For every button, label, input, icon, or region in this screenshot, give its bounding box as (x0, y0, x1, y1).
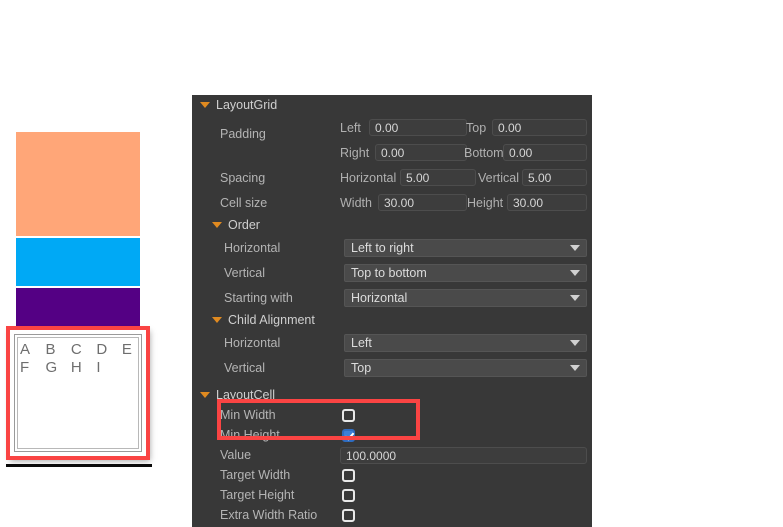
letter-cell: D (96, 341, 117, 359)
letter-cell: B (45, 341, 66, 359)
padding-top-label: Top (466, 121, 486, 135)
letter-cell: C (71, 341, 92, 359)
letter-grid-border-outer: A B C D E F G H I (14, 334, 142, 452)
target-width-label: Target Width (192, 468, 312, 482)
section-order-title: Order (228, 215, 260, 235)
child-alignment-horizontal-row: Horizontal Left (192, 330, 592, 355)
value-row: Value 100.0000 (192, 445, 592, 465)
spacing-vertical-input[interactable]: 5.00 (522, 169, 587, 186)
value-input[interactable]: 100.0000 (340, 447, 587, 464)
letter-cell: G (45, 359, 66, 377)
letter-cell: F (20, 359, 41, 377)
chevron-down-icon[interactable] (570, 245, 580, 251)
min-width-label: Min Width (192, 408, 312, 422)
order-vertical-row: Vertical Top to bottom (192, 260, 592, 285)
order-horizontal-label: Horizontal (192, 241, 312, 255)
child-alignment-vertical-label: Vertical (192, 361, 312, 375)
spacing-label: Spacing (192, 171, 312, 185)
chevron-down-icon[interactable] (200, 102, 210, 108)
min-height-label: Min Height (192, 428, 312, 442)
cell-size-height-input[interactable]: 30.00 (507, 194, 587, 211)
order-vertical-dropdown[interactable]: Top to bottom (344, 264, 587, 282)
section-order-header[interactable]: Order (192, 215, 592, 235)
letter-cell: A (20, 341, 41, 359)
order-horizontal-value: Left to right (351, 239, 414, 257)
order-horizontal-dropdown[interactable]: Left to right (344, 239, 587, 257)
letter-row: A B C D E (20, 341, 136, 359)
order-vertical-label: Vertical (192, 266, 312, 280)
spacing-vertical-label: Vertical (478, 171, 519, 185)
section-child-alignment-header[interactable]: Child Alignment (192, 310, 592, 330)
order-horizontal-row: Horizontal Left to right (192, 235, 592, 260)
padding-top-input[interactable]: 0.00 (492, 119, 587, 136)
chevron-down-icon[interactable] (570, 295, 580, 301)
target-width-row: Target Width (192, 465, 592, 485)
cell-size-height-label: Height (467, 196, 503, 210)
padding-left-input[interactable]: 0.00 (369, 119, 467, 136)
cell-size-label: Cell size (192, 196, 312, 210)
child-alignment-vertical-value: Top (351, 359, 371, 377)
spacing-horizontal-label: Horizontal (340, 171, 396, 185)
letter-cell: E (122, 341, 143, 359)
padding-right-input[interactable]: 0.00 (375, 144, 467, 161)
target-height-row: Target Height (192, 485, 592, 505)
properties-panel: LayoutGrid Padding Left 0.00 Top 0.00 Ri… (192, 95, 592, 527)
orange-rect[interactable] (16, 132, 140, 236)
padding-bottom-input[interactable]: 0.00 (503, 144, 587, 161)
padding-row-1: Padding Left 0.00 Top 0.00 (192, 115, 592, 140)
letter-row: F G H I (20, 359, 136, 377)
section-layout-cell-header[interactable]: LayoutCell (192, 385, 592, 405)
cell-size-row: Cell size Width 30.00 Height 30.00 (192, 190, 592, 215)
spacing-horizontal-input[interactable]: 5.00 (400, 169, 476, 186)
padding-row-2: Right 0.00 Bottom 0.00 (192, 140, 592, 165)
child-alignment-horizontal-label: Horizontal (192, 336, 312, 350)
value-label: Value (192, 448, 312, 462)
cell-size-width-input[interactable]: 30.00 (378, 194, 467, 211)
padding-right-label: Right (340, 146, 369, 160)
padding-left-label: Left (340, 121, 361, 135)
section-layout-cell-title: LayoutCell (216, 385, 275, 405)
child-alignment-horizontal-value: Left (351, 334, 372, 352)
padding-label: Padding (192, 127, 312, 141)
spacing-row: Spacing Horizontal 5.00 Vertical 5.00 (192, 165, 592, 190)
letter-cell: H (71, 359, 92, 377)
order-starting-with-row: Starting with Horizontal (192, 285, 592, 310)
order-starting-with-label: Starting with (192, 291, 312, 305)
chevron-down-icon[interactable] (570, 270, 580, 276)
target-height-checkbox[interactable] (342, 489, 355, 502)
section-child-alignment-title: Child Alignment (228, 310, 315, 330)
min-width-row: Min Width (192, 405, 592, 425)
child-alignment-horizontal-dropdown[interactable]: Left (344, 334, 587, 352)
min-height-checkbox[interactable] (342, 429, 355, 442)
chevron-down-icon[interactable] (570, 340, 580, 346)
preview-canvas: A B C D E F G H I (0, 0, 180, 480)
extra-width-ratio-checkbox[interactable] (342, 509, 355, 522)
padding-bottom-label: Bottom (464, 146, 504, 160)
cell-size-width-label: Width (340, 196, 372, 210)
child-alignment-vertical-dropdown[interactable]: Top (344, 359, 587, 377)
min-width-checkbox[interactable] (342, 409, 355, 422)
extra-width-ratio-row: Extra Width Ratio (192, 505, 592, 525)
target-width-checkbox[interactable] (342, 469, 355, 482)
chevron-down-icon[interactable] (200, 392, 210, 398)
extra-width-ratio-label: Extra Width Ratio (192, 508, 312, 522)
blue-rect[interactable] (16, 238, 140, 286)
baseline-rule (6, 464, 152, 467)
min-height-row: Min Height (192, 425, 592, 445)
order-vertical-value: Top to bottom (351, 264, 427, 282)
section-layout-grid-header[interactable]: LayoutGrid (192, 95, 592, 115)
order-starting-with-dropdown[interactable]: Horizontal (344, 289, 587, 307)
letter-cell: I (96, 359, 117, 377)
chevron-down-icon[interactable] (212, 222, 222, 228)
target-height-label: Target Height (192, 488, 312, 502)
letter-grid-border-inner: A B C D E F G H I (17, 337, 139, 449)
chevron-down-icon[interactable] (212, 317, 222, 323)
section-layout-grid-title: LayoutGrid (216, 95, 277, 115)
letter-grid-panel[interactable]: A B C D E F G H I (8, 328, 148, 458)
order-starting-with-value: Horizontal (351, 289, 407, 307)
chevron-down-icon[interactable] (570, 365, 580, 371)
child-alignment-vertical-row: Vertical Top (192, 355, 592, 380)
